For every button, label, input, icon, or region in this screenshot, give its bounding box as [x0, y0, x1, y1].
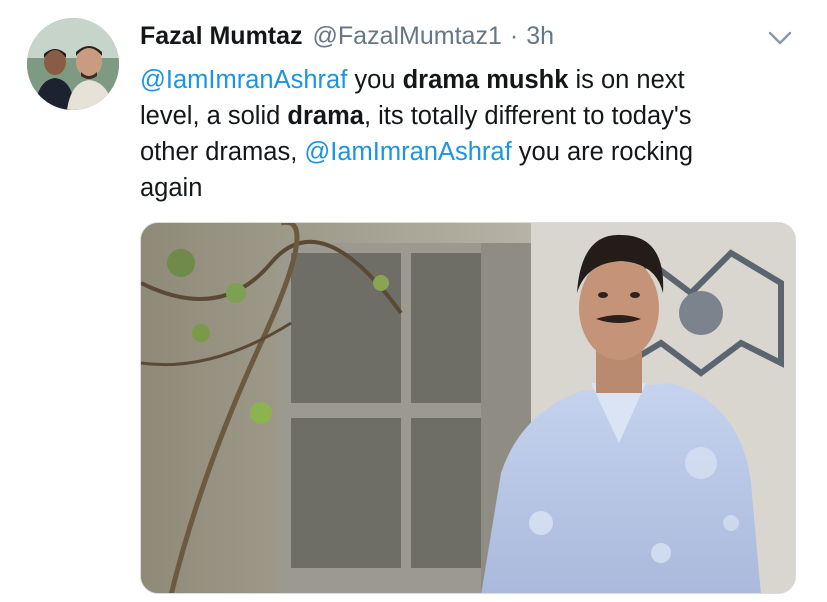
body-text: is on next — [568, 66, 685, 94]
author-avatar[interactable] — [27, 18, 119, 110]
tweet-media-photo[interactable] — [140, 222, 796, 594]
author-handle[interactable]: @FazalMumtaz1 — [313, 22, 502, 51]
bold-text: drama — [287, 102, 364, 130]
tweet-text-line: level, a solid drama, its totally differ… — [140, 98, 800, 134]
tweet-text-line: other dramas, @IamImranAshraf you are ro… — [140, 134, 800, 170]
author-name[interactable]: Fazal Mumtaz — [140, 22, 303, 51]
tweet-text: @IamImranAshraf you drama mushk is on ne… — [140, 62, 800, 206]
bold-text: drama mushk — [402, 66, 569, 94]
body-text: , its totally different to today's — [363, 102, 692, 130]
tweet-card[interactable]: Fazal Mumtaz @FazalMumtaz1 · 3h @IamImra… — [0, 0, 827, 602]
body-text: you — [347, 66, 403, 94]
body-text: level, a solid — [140, 102, 288, 130]
tweet-timestamp[interactable]: 3h — [526, 22, 554, 51]
body-text: other dramas, — [140, 138, 305, 166]
chevron-down-icon[interactable] — [767, 28, 793, 48]
tweet-text-line: again — [140, 170, 800, 206]
tweet-header: Fazal Mumtaz @FazalMumtaz1 · 3h — [140, 22, 554, 56]
mention-link[interactable]: @IamImranAshraf — [304, 138, 511, 166]
body-text: again — [140, 174, 203, 202]
mention-link[interactable]: @IamImranAshraf — [140, 66, 347, 94]
body-text: you are rocking — [511, 138, 694, 166]
tweet-text-line: @IamImranAshraf you drama mushk is on ne… — [140, 62, 800, 98]
header-separator: · — [509, 22, 519, 50]
